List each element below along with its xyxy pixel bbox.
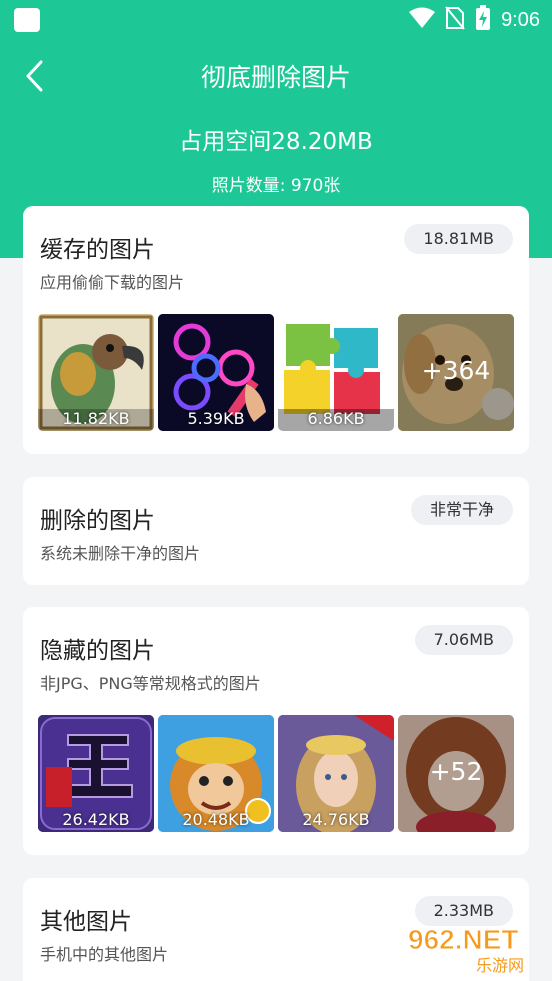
more-count: +364 <box>421 356 491 385</box>
card-title: 缓存的图片 <box>40 237 155 263</box>
card-title: 删除的图片 <box>40 508 155 534</box>
status-bar: 9:06 <box>0 0 552 40</box>
card-hidden-images[interactable]: 隐藏的图片 非JPG、PNG等常规格式的图片 7.06MB 26.42KB 20… <box>23 607 529 855</box>
svg-text:962.NET: 962.NET <box>408 924 519 955</box>
battery-charging-icon <box>475 5 491 35</box>
card-title: 隐藏的图片 <box>40 638 155 664</box>
card-title: 其他图片 <box>40 909 132 935</box>
card-cached-images[interactable]: 缓存的图片 应用偷偷下载的图片 18.81MB 11.82KB 5.39KB 6… <box>23 206 529 454</box>
thumbnail-image[interactable]: 20.48KB <box>158 715 274 832</box>
card-deleted-images[interactable]: 删除的图片 系统未删除干净的图片 非常干净 <box>23 477 529 585</box>
watermark-logo: 962.NET 乐游网 <box>404 919 544 976</box>
thumbnail-size: 5.39KB <box>187 409 245 428</box>
more-thumbnail[interactable]: +364 <box>398 314 514 431</box>
wifi-icon <box>409 7 436 33</box>
thumbnail-image[interactable]: 5.39KB <box>158 314 274 431</box>
thumbnail-size: 26.42KB <box>62 810 130 829</box>
more-thumbnail[interactable]: +52 <box>398 715 514 832</box>
used-space-text: 占用空间28.20MB <box>179 129 373 155</box>
status-badge: 非常干净 <box>410 495 513 525</box>
thumbnail-size: 11.82KB <box>62 409 130 428</box>
thumbnail-image[interactable]: 6.86KB <box>278 314 394 431</box>
card-subtitle: 手机中的其他图片 <box>40 945 169 964</box>
status-time: 9:06 <box>501 8 540 31</box>
card-subtitle: 系统未删除干净的图片 <box>40 544 201 563</box>
size-badge: 7.06MB <box>414 625 513 655</box>
page-title: 彻底删除图片 <box>200 63 351 92</box>
thumbnail-size: 20.48KB <box>182 810 250 829</box>
no-sim-icon <box>445 6 465 34</box>
more-count: +52 <box>429 757 483 786</box>
notification-square-icon <box>14 8 40 32</box>
svg-text:乐游网: 乐游网 <box>476 956 524 975</box>
card-subtitle: 非JPG、PNG等常规格式的图片 <box>40 674 261 693</box>
thumbnail-row: 11.82KB 5.39KB 6.86KB +364 <box>38 314 514 431</box>
size-badge: 18.81MB <box>404 224 513 254</box>
thumbnail-row: 26.42KB 20.48KB 24.76KB +52 <box>38 715 514 832</box>
photo-count-text: 照片数量: 970张 <box>211 176 341 196</box>
app-header: 彻底删除图片 <box>0 44 552 108</box>
card-subtitle: 应用偷偷下载的图片 <box>40 273 185 292</box>
thumbnail-image[interactable]: 26.42KB <box>38 715 154 832</box>
thumbnail-size: 24.76KB <box>302 810 370 829</box>
thumbnail-size: 6.86KB <box>307 409 365 428</box>
status-bar-right: 9:06 <box>409 5 540 35</box>
thumbnail-image[interactable]: 24.76KB <box>278 715 394 832</box>
thumbnail-image[interactable]: 11.82KB <box>38 314 154 431</box>
